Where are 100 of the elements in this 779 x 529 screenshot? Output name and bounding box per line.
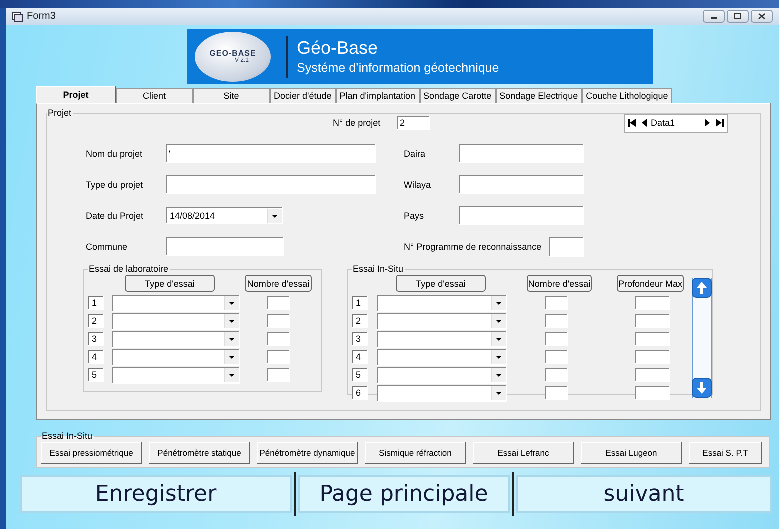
- test-type-dropdown[interactable]: [112, 294, 240, 312]
- test-type-dropdown[interactable]: [377, 348, 507, 366]
- scroll-down-icon: [692, 378, 712, 398]
- action-button[interactable]: suivant: [516, 475, 772, 513]
- input-field[interactable]: [635, 296, 670, 310]
- app-subtitle: Systéme d’information géotechnique: [297, 60, 500, 76]
- field-label: N° Programme de reconnaissance: [404, 242, 542, 252]
- input-field[interactable]: [267, 350, 290, 364]
- tab[interactable]: Sondage Carotte: [420, 88, 496, 103]
- input-field[interactable]: [545, 314, 568, 328]
- scroll-bar[interactable]: [692, 278, 712, 398]
- tab[interactable]: Sondage Electrique: [496, 88, 582, 103]
- column-header-button[interactable]: Type d'essai: [125, 275, 215, 292]
- scroll-up-icon: [692, 278, 712, 298]
- row-number: 1: [88, 296, 104, 310]
- input-field[interactable]: [635, 332, 670, 346]
- field-label: Pays: [404, 210, 426, 220]
- input-field[interactable]: 2: [397, 116, 430, 130]
- test-button[interactable]: Sismique réfraction: [365, 442, 466, 464]
- field-label: N° de projet: [333, 118, 382, 128]
- input-field[interactable]: [545, 332, 568, 346]
- test-type-dropdown[interactable]: [377, 330, 507, 348]
- input-field[interactable]: [635, 314, 670, 328]
- app-title: Géo-Base: [297, 36, 380, 58]
- row-number: 6: [352, 386, 368, 400]
- column-header-button[interactable]: Nombre d'essai: [527, 275, 592, 292]
- input-field[interactable]: [267, 368, 290, 382]
- input-field[interactable]: [267, 296, 290, 310]
- input-field[interactable]: ': [166, 144, 376, 163]
- column-header-button[interactable]: Nombre d'essai: [245, 275, 312, 292]
- input-field[interactable]: [635, 368, 670, 382]
- field-label: Wilaya: [404, 180, 432, 190]
- test-type-dropdown[interactable]: [377, 294, 507, 312]
- input-field[interactable]: [166, 175, 376, 194]
- row-number: 4: [352, 350, 368, 364]
- test-button[interactable]: Pénétromètre statique: [149, 442, 250, 464]
- test-type-dropdown[interactable]: [112, 312, 240, 330]
- input-field[interactable]: [459, 175, 584, 194]
- input-field[interactable]: [549, 236, 584, 256]
- form-icon: [12, 12, 23, 22]
- row-number: 4: [88, 350, 104, 364]
- input-field[interactable]: [166, 237, 284, 256]
- column-header-button[interactable]: Type d'essai: [396, 275, 486, 292]
- last-record-icon: [713, 116, 727, 130]
- first-record-icon: [625, 116, 639, 130]
- field-label: Daira: [404, 148, 427, 158]
- data-navigator[interactable]: Data1: [624, 114, 728, 132]
- action-button[interactable]: Page principale: [298, 475, 510, 513]
- test-type-dropdown[interactable]: [377, 312, 507, 330]
- test-type-dropdown[interactable]: [377, 366, 507, 384]
- test-button[interactable]: Pénétromètre dynamique: [257, 442, 358, 464]
- input-field[interactable]: [545, 386, 568, 400]
- test-button[interactable]: Essai S. P.T: [689, 442, 762, 464]
- maximize-icon: [734, 13, 742, 20]
- group-title: Projet: [47, 108, 73, 118]
- navigator-caption: Data1: [651, 118, 676, 128]
- row-number: 1: [352, 296, 368, 310]
- input-field[interactable]: [635, 386, 670, 400]
- row-number: 5: [88, 368, 104, 382]
- field-label: Nom du projet: [86, 148, 144, 158]
- group-title: Essai In-Situ: [352, 264, 405, 274]
- test-type-dropdown[interactable]: [377, 384, 507, 402]
- maximize-button[interactable]: [727, 10, 749, 23]
- window-title: Form3: [27, 11, 56, 22]
- input-field[interactable]: [267, 332, 290, 346]
- input-field[interactable]: [545, 368, 568, 382]
- column-header-button[interactable]: Profondeur Max: [617, 275, 684, 292]
- tab[interactable]: Plan d'implantation: [336, 88, 420, 103]
- test-button[interactable]: Essai Lugeon: [581, 442, 682, 464]
- tab[interactable]: Client: [116, 88, 193, 103]
- field-label: Commune: [86, 242, 129, 252]
- input-field[interactable]: [267, 314, 290, 328]
- input-field[interactable]: [635, 350, 670, 364]
- minimize-button[interactable]: [703, 10, 725, 23]
- tab[interactable]: Couche Lithologique: [582, 88, 672, 103]
- tab[interactable]: Site: [193, 88, 270, 103]
- close-button[interactable]: [751, 10, 773, 23]
- row-number: 3: [352, 332, 368, 346]
- row-number: 2: [88, 314, 104, 328]
- test-type-dropdown[interactable]: [112, 366, 240, 384]
- tab[interactable]: Projet: [36, 86, 116, 103]
- date-dropdown[interactable]: 14/08/2014: [166, 207, 283, 224]
- row-number: 5: [352, 368, 368, 382]
- tab[interactable]: Docier d'étude: [270, 88, 336, 103]
- input-field[interactable]: [459, 206, 584, 225]
- logo-text: GEO-BASE: [210, 49, 256, 58]
- field-label: Date du Projet: [86, 210, 145, 220]
- field-label: Type du projet: [86, 180, 144, 190]
- group-title: Essai In-Situ: [41, 431, 94, 441]
- input-field[interactable]: [545, 296, 568, 310]
- input-field[interactable]: [459, 144, 584, 163]
- row-number: 3: [88, 332, 104, 346]
- input-field[interactable]: [545, 350, 568, 364]
- row-number: 2: [352, 314, 368, 328]
- test-type-dropdown[interactable]: [112, 330, 240, 348]
- group-title: Essai de laboratoire: [88, 264, 170, 274]
- test-type-dropdown[interactable]: [112, 348, 240, 366]
- test-button[interactable]: Essai Lefranc: [473, 442, 574, 464]
- action-button[interactable]: Enregistrer: [20, 475, 292, 513]
- test-button[interactable]: Essai pressiométrique: [41, 442, 142, 464]
